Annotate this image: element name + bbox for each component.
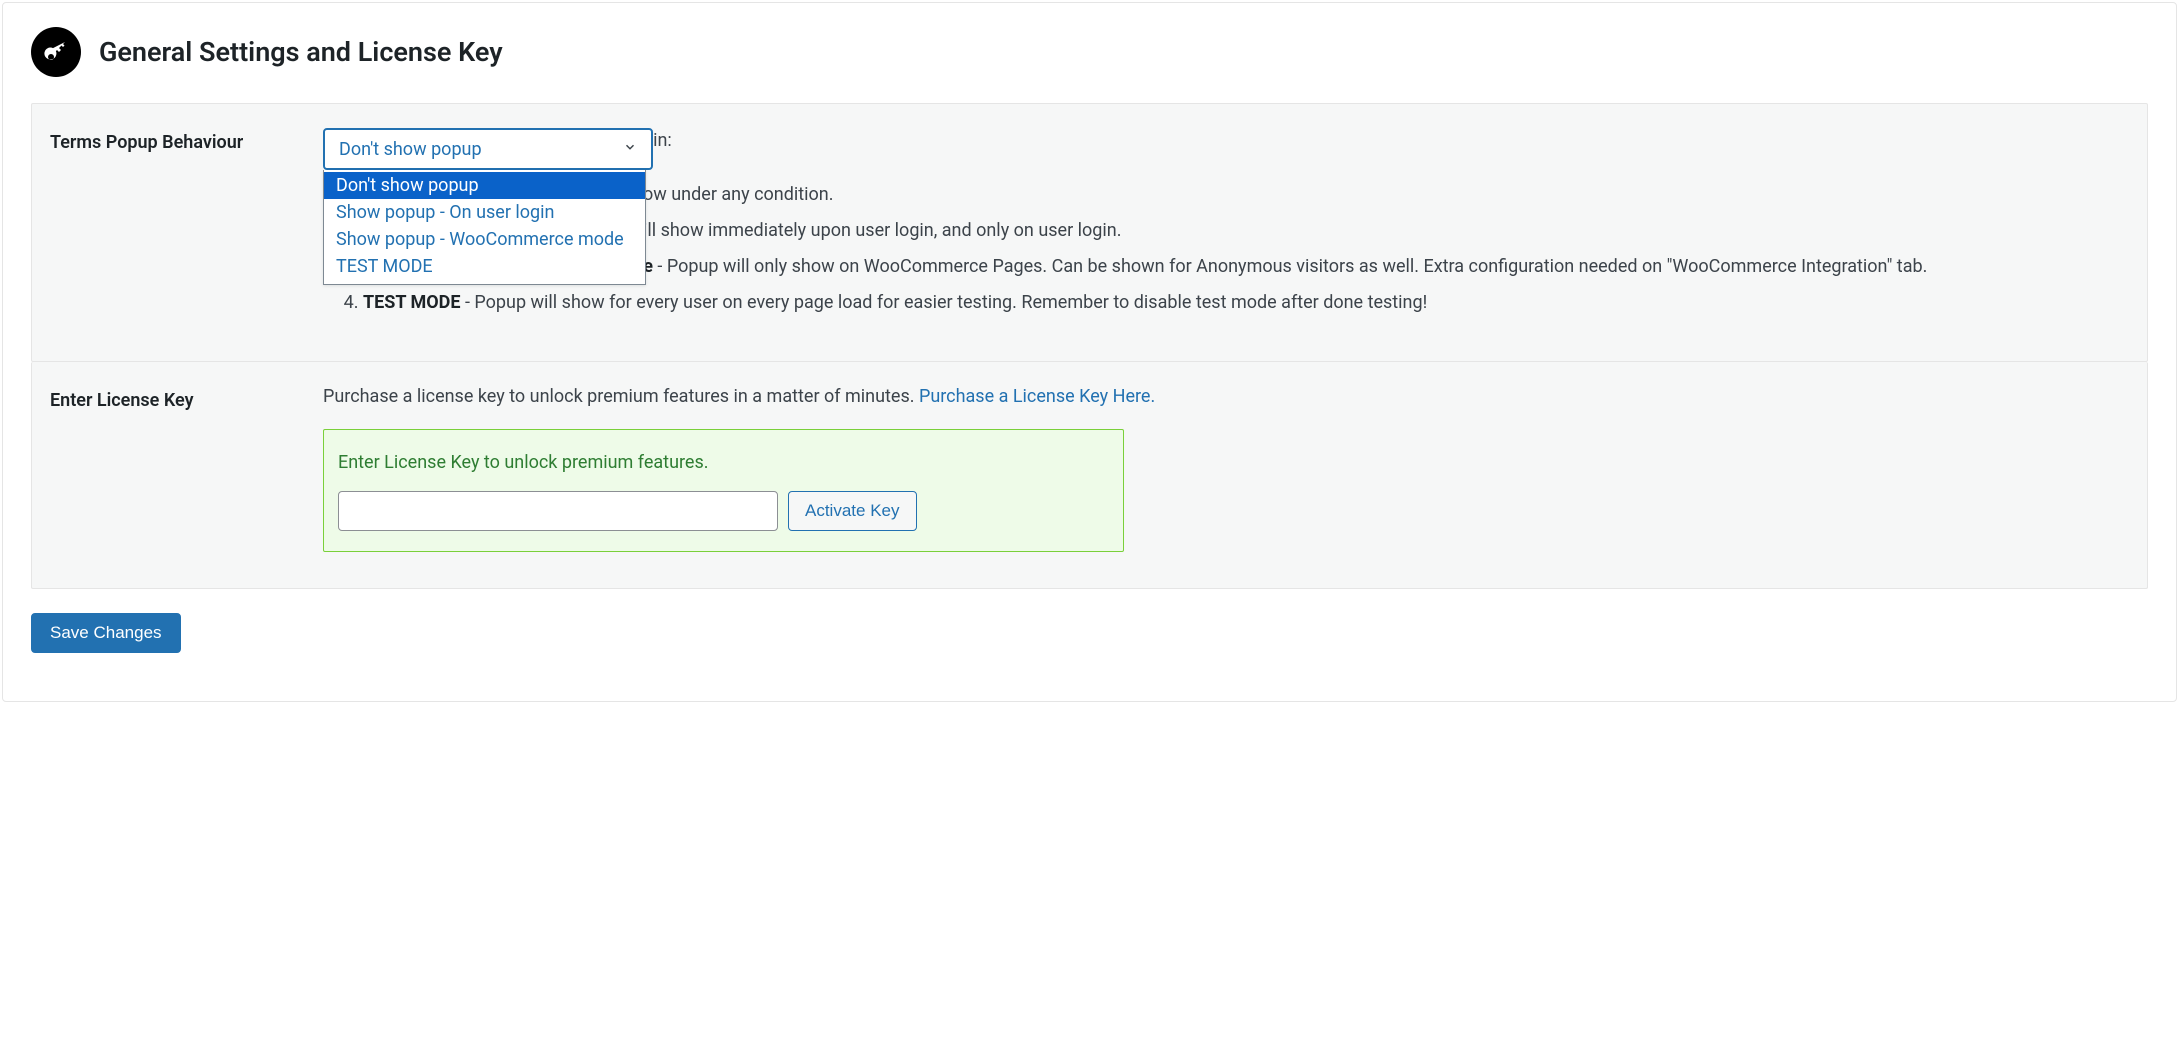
purchase-license-link[interactable]: Purchase a License Key Here. (919, 386, 1155, 407)
dropdown-option[interactable]: Don't show popup (324, 172, 645, 199)
license-row: Activate Key (338, 491, 1109, 531)
license-label: Enter License Key (50, 386, 323, 552)
dropdown-option[interactable]: Show popup - On user login (324, 199, 645, 226)
terms-popup-section: Terms Popup Behaviour Don't show popup D… (31, 103, 2148, 362)
panel-header: General Settings and License Key (3, 3, 2176, 91)
terms-popup-select[interactable]: Don't show popup (323, 128, 653, 170)
license-section: Enter License Key Purchase a license key… (31, 362, 2148, 589)
terms-popup-dropdown: Don't show popup Show popup - On user lo… (323, 170, 646, 285)
select-value: Don't show popup (339, 139, 482, 160)
desc-item: TEST MODE - Popup will show for every us… (363, 289, 2129, 317)
activate-key-button[interactable]: Activate Key (788, 491, 917, 531)
settings-panel: General Settings and License Key Terms P… (2, 2, 2177, 702)
save-row: Save Changes (3, 589, 2176, 701)
key-icon (31, 27, 81, 77)
chevron-down-icon (623, 140, 637, 158)
save-changes-button[interactable]: Save Changes (31, 613, 181, 653)
dropdown-option[interactable]: Show popup - WooCommerce mode (324, 226, 645, 253)
terms-popup-select-wrapper: Don't show popup Don't show popup Show p… (323, 128, 653, 170)
license-box-message: Enter License Key to unlock premium feat… (338, 452, 1109, 473)
terms-popup-label: Terms Popup Behaviour (50, 128, 323, 325)
license-key-input[interactable] (338, 491, 778, 531)
page-title: General Settings and License Key (99, 36, 503, 68)
dropdown-option[interactable]: TEST MODE (324, 253, 645, 280)
license-box: Enter License Key to unlock premium feat… (323, 429, 1124, 552)
license-intro: Purchase a license key to unlock premium… (323, 386, 2129, 407)
